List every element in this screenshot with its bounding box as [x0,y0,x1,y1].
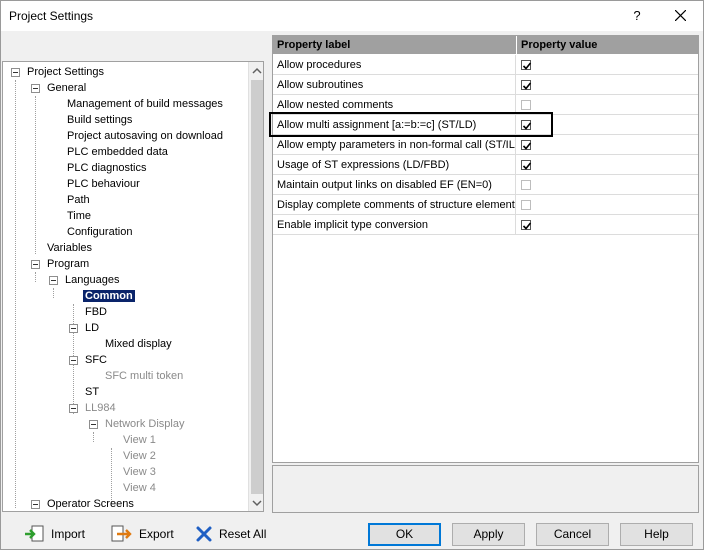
project-settings-window: Project Settings ? Project Settings Gene… [0,0,704,550]
tree-line [15,80,16,508]
column-header-property-value[interactable]: Property value [517,36,698,54]
property-row-allow-subroutines[interactable]: Allow subroutines [273,75,698,95]
property-checkbox[interactable] [521,100,531,110]
property-value [517,155,698,175]
property-row-maintain-output-links[interactable]: Maintain output links on disabled EF (EN… [273,175,698,195]
property-checkbox[interactable] [521,180,531,190]
column-header-property-label[interactable]: Property label [273,36,517,54]
property-checkbox[interactable] [521,80,532,90]
property-value [517,75,698,95]
close-icon [674,9,686,22]
help-title-button[interactable]: ? [625,5,649,27]
tree-line [35,96,36,254]
property-label: Display complete comments of structure e… [273,195,516,215]
tree-node-management-of-build-messages[interactable]: Management of build messages [67,96,223,112]
checkmark-icon [522,122,532,130]
tree-line [53,288,54,298]
property-value [517,115,698,135]
tree-node-build-settings[interactable]: Build settings [67,112,132,128]
property-label: Maintain output links on disabled EF (EN… [273,175,516,195]
cancel-button[interactable]: Cancel [536,523,609,546]
tree-node-view-1[interactable]: View 1 [123,432,156,448]
title-bar: Project Settings ? [1,1,703,31]
collapse-icon[interactable] [69,324,78,333]
collapse-icon[interactable] [31,500,40,509]
tree-node-configuration[interactable]: Configuration [67,224,132,240]
checkmark-icon [522,162,532,170]
tree-node-fbd[interactable]: FBD [85,304,107,320]
property-label: Allow empty parameters in non-formal cal… [273,135,516,155]
scroll-thumb[interactable] [251,80,263,494]
tree-node-plc-behaviour[interactable]: PLC behaviour [67,176,140,192]
collapse-icon[interactable] [69,404,78,413]
property-row-allow-empty-parameters[interactable]: Allow empty parameters in non-formal cal… [273,135,698,155]
property-label: Allow subroutines [273,75,516,95]
tree-node-project-autosaving[interactable]: Project autosaving on download [67,128,223,144]
property-label: Usage of ST expressions (LD/FBD) [273,155,516,175]
close-button[interactable] [665,5,695,27]
window-title: Project Settings [9,9,94,23]
scroll-down-icon[interactable] [252,498,262,508]
property-grid: Property label Property value Allow proc… [272,35,699,463]
collapse-icon[interactable] [89,420,98,429]
property-value [517,215,698,235]
collapse-icon[interactable] [31,260,40,269]
import-icon [25,525,44,542]
tree-node-view-4[interactable]: View 4 [123,480,156,496]
tree-line [35,272,36,282]
property-label: Allow procedures [273,55,516,75]
property-checkbox[interactable] [521,140,532,150]
property-value [517,195,698,215]
tree-node-sfc-multi-token[interactable]: SFC multi token [105,368,183,384]
property-row-allow-multi-assignment[interactable]: Allow multi assignment [a:=b:=c] (ST/LD) [273,115,698,135]
tree-node-common[interactable]: Common [83,288,135,304]
property-checkbox[interactable] [521,200,531,210]
property-value [517,175,698,195]
tree-scrollbar[interactable] [248,62,263,511]
collapse-icon[interactable] [69,356,78,365]
checkmark-icon [522,142,532,150]
tree-node-plc-embedded-data[interactable]: PLC embedded data [67,144,168,160]
tree-node-st[interactable]: ST [85,384,99,400]
checkmark-icon [522,82,532,90]
grid-header: Property label Property value [273,36,698,54]
property-row-allow-nested-comments[interactable]: Allow nested comments [273,95,698,115]
tree-line [93,432,94,442]
checkmark-icon [522,62,532,70]
collapse-icon[interactable] [31,84,40,93]
tree-node-path[interactable]: Path [67,192,90,208]
property-value [517,95,698,115]
ok-button[interactable]: OK [368,523,441,546]
apply-button[interactable]: Apply [452,523,525,546]
reset-icon [196,526,212,542]
property-checkbox[interactable] [521,60,532,70]
property-row-display-complete-comments[interactable]: Display complete comments of structure e… [273,195,698,215]
settings-tree: Project Settings General Management of b… [2,61,264,512]
scroll-up-icon[interactable] [252,66,262,76]
property-checkbox[interactable] [521,220,532,230]
tree-node-view-3[interactable]: View 3 [123,464,156,480]
collapse-icon[interactable] [11,68,20,77]
property-label: Enable implicit type conversion [273,215,516,235]
export-icon [111,525,132,542]
property-checkbox[interactable] [521,120,532,130]
tree-node-view-2[interactable]: View 2 [123,448,156,464]
property-row-allow-procedures[interactable]: Allow procedures [273,55,698,75]
tree-node-time[interactable]: Time [67,208,91,224]
property-row-enable-implicit-type-conversion[interactable]: Enable implicit type conversion [273,215,698,235]
property-label: Allow nested comments [273,95,516,115]
tree-node-mixed-display[interactable]: Mixed display [105,336,172,352]
help-button[interactable]: Help [620,523,693,546]
property-value [517,55,698,75]
collapse-icon[interactable] [49,276,58,285]
checkmark-icon [522,222,532,230]
tree-node-plc-diagnostics[interactable]: PLC diagnostics [67,160,147,176]
property-checkbox[interactable] [521,160,532,170]
tree-node-variables[interactable]: Variables [47,240,92,256]
property-value [517,135,698,155]
property-row-usage-of-st-expressions[interactable]: Usage of ST expressions (LD/FBD) [273,155,698,175]
description-panel [272,465,699,513]
property-label: Allow multi assignment [a:=b:=c] (ST/LD) [273,115,516,135]
